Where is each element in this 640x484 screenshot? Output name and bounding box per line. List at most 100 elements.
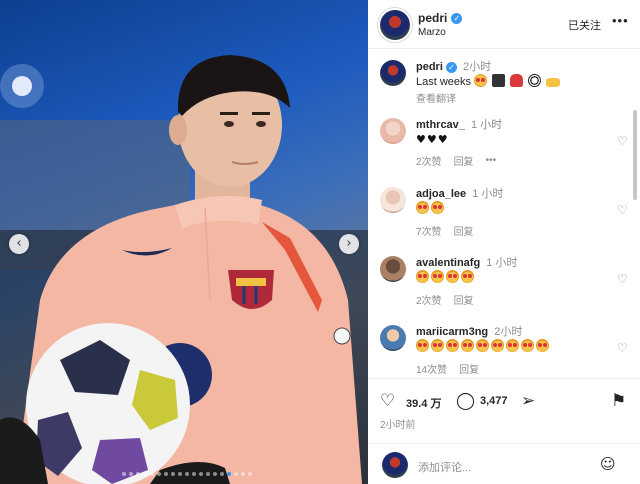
carousel-dot [185, 472, 189, 476]
heart-eyes-icon [416, 201, 429, 214]
comment-like-icon[interactable]: ♡ [617, 134, 628, 148]
current-user-avatar [382, 452, 408, 478]
comment-meta: 2次赞 回复 [416, 292, 616, 307]
post-actions: ♡ 39.4 万 ◯ 3,477 ➢ ⚑ 2小时前 添加评论... ☺ [368, 378, 640, 484]
carousel-dot [157, 472, 161, 476]
add-comment-input[interactable]: 添加评论... [418, 459, 471, 475]
sleepy-face-icon [474, 74, 488, 87]
comment-bubble-icon[interactable]: ◯ [456, 391, 475, 411]
comment-likes-count[interactable]: 14次赞 [416, 361, 447, 376]
heart-eyes-icon [506, 339, 519, 352]
commenter-username[interactable]: mthrcav_ [416, 119, 465, 131]
commenter-avatar[interactable] [380, 325, 406, 351]
instagram-post-view: ‹ › pedri ✓ Marzo 已关注 ••• pedri ✓ 2小时 La… [0, 0, 640, 484]
author-username[interactable]: pedri [418, 11, 447, 25]
reply-button[interactable]: 回复 [454, 292, 474, 307]
comment-like-icon[interactable]: ♡ [617, 341, 628, 355]
verified-badge-icon: ✓ [451, 12, 463, 24]
like-heart-icon[interactable]: ♡ [380, 391, 395, 411]
heart-eyes-icon [536, 339, 549, 352]
more-options-icon[interactable]: ••• [612, 13, 629, 28]
caption-username[interactable]: pedri [416, 61, 443, 73]
comment-likes-count[interactable]: 7次赞 [416, 223, 442, 238]
author-username-row[interactable]: pedri ✓ [418, 11, 463, 25]
commenter-username[interactable]: avalentinafg [416, 257, 480, 269]
comment-text: ♥♥♥ [416, 133, 449, 146]
carousel-dot [150, 472, 154, 476]
emoji-picker-icon[interactable]: ☺ [600, 455, 616, 473]
post-header: pedri ✓ Marzo 已关注 ••• [368, 0, 640, 49]
carousel-dot [241, 472, 245, 476]
heart-eyes-icon [461, 339, 474, 352]
carousel-dot [136, 472, 140, 476]
carousel-dot [220, 472, 224, 476]
carousel-dot-active [227, 472, 231, 476]
likes-count[interactable]: 39.4 万 [406, 395, 441, 411]
carousel-dot [143, 472, 147, 476]
commenter-username[interactable]: adjoa_lee [416, 188, 466, 200]
hand-icon [546, 78, 561, 87]
following-button[interactable]: 已关注 [568, 17, 601, 33]
bookmark-icon[interactable]: ⚑ [611, 391, 626, 411]
heart-eyes-icon [461, 270, 474, 283]
comment-likes-count[interactable]: 2次赞 [416, 153, 442, 168]
carousel-dot [129, 472, 133, 476]
verified-badge-icon: ✓ [445, 62, 457, 73]
carousel-dot [171, 472, 175, 476]
carousel-dot [234, 472, 238, 476]
commenter-avatar[interactable] [380, 256, 406, 282]
comment-meta: 14次赞 回复 [416, 361, 616, 376]
carousel-dot [199, 472, 203, 476]
caption-author-avatar[interactable] [380, 60, 406, 86]
post-timestamp: 2小时前 [380, 420, 416, 431]
comment-time: 1 小时 [486, 257, 518, 269]
carousel-dot [178, 472, 182, 476]
post-photo[interactable]: ‹ › [0, 0, 368, 484]
carousel-dot [206, 472, 210, 476]
comment-time: 2小时 [494, 326, 523, 338]
comment-like-icon[interactable]: ♡ [617, 203, 628, 217]
reply-button[interactable]: 回复 [454, 223, 474, 238]
reply-button[interactable]: 回复 [454, 153, 474, 168]
shoe-icon [510, 74, 524, 87]
comment-like-icon[interactable]: ♡ [617, 272, 628, 286]
heart-eyes-icon [416, 270, 429, 283]
carousel-dot [213, 472, 217, 476]
soccer-ball-icon [528, 74, 542, 87]
comment-more-icon[interactable]: ••• [486, 155, 497, 166]
add-comment-row: 添加评论... ☺ [368, 443, 640, 484]
post-location[interactable]: Marzo [418, 27, 446, 38]
comment-time: 1 小时 [472, 188, 504, 200]
heart-eyes-icon [431, 339, 444, 352]
author-avatar[interactable] [380, 10, 410, 40]
comment-emoji-row [416, 201, 616, 217]
commenter-avatar[interactable] [380, 187, 406, 213]
commenter-avatar[interactable] [380, 118, 406, 144]
comment-emoji-row [416, 270, 616, 286]
heart-eyes-icon [446, 270, 459, 283]
share-send-icon[interactable]: ➢ [521, 391, 535, 411]
commenter-username[interactable]: mariicarm3ng [416, 326, 488, 338]
comment-meta: 7次赞 回复 [416, 223, 616, 238]
heart-eyes-icon [491, 339, 504, 352]
carousel-dot [248, 472, 252, 476]
comment-likes-count[interactable]: 2次赞 [416, 292, 442, 307]
heart-eyes-icon [416, 339, 429, 352]
heart-eyes-icon [476, 339, 489, 352]
heart-eyes-icon [431, 270, 444, 283]
comments-list[interactable]: pedri ✓ 2小时 Last weeks 查看翻译 mthrcav_ 1 小… [368, 50, 640, 378]
caption-time: 2小时 [463, 61, 492, 73]
heart-eyes-icon [521, 339, 534, 352]
post-side-panel: pedri ✓ Marzo 已关注 ••• pedri ✓ 2小时 Last w… [368, 0, 640, 484]
carousel-dot [164, 472, 168, 476]
caption-text: Last weeks [416, 76, 472, 88]
reply-button[interactable]: 回复 [459, 361, 479, 376]
carousel-dot [192, 472, 196, 476]
caption-text-row: Last weeks [416, 74, 616, 90]
comments-scrollbar[interactable] [633, 110, 637, 200]
comment-meta: 2次赞 回复 ••• [416, 153, 616, 168]
previous-image-button[interactable]: ‹ [9, 234, 29, 254]
next-image-button[interactable]: › [339, 234, 359, 254]
see-translation-link[interactable]: 查看翻译 [416, 90, 616, 105]
comments-count[interactable]: 3,477 [480, 395, 508, 407]
